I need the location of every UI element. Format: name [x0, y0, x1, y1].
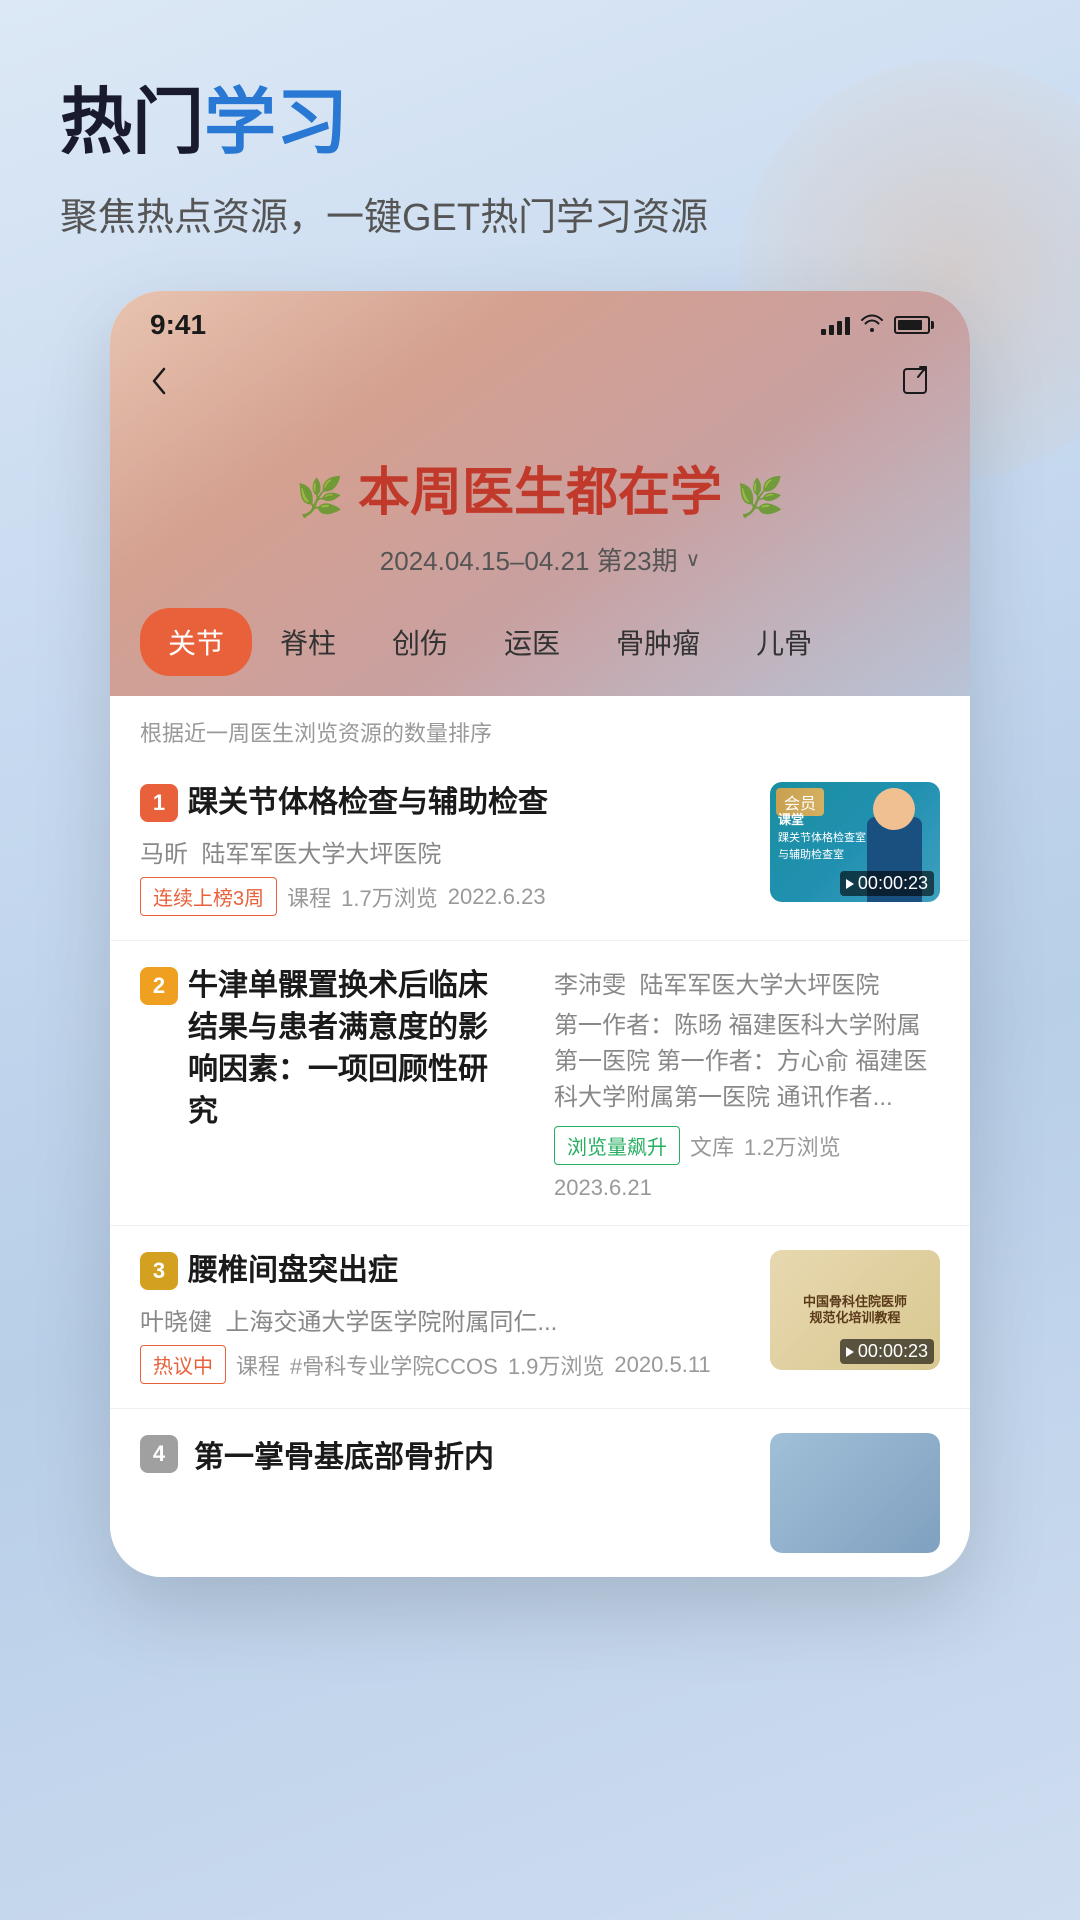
tag-date-3: 2020.5.11 — [614, 1352, 710, 1378]
item-3-thumbnail: 中国骨科住院医师规范化培训教程 00:00:23 — [770, 1250, 940, 1370]
banner-section: 🌿 本周医生都在学 🌿 2024.04.15–04.21 第23期 ∨ — [110, 430, 970, 608]
tag-views-3: 1.9万浏览 — [508, 1349, 605, 1381]
item-2-desc: 第一作者：陈旸 福建医科大学附属第一医院 第一作者：方心俞 福建医科大学附属第一… — [554, 1008, 940, 1116]
rank-badge-3: 3 — [140, 1252, 178, 1290]
tag-views-up: 浏览量飙升 — [554, 1126, 680, 1165]
item-3-title: 腰椎间盘突出症 — [188, 1250, 398, 1292]
page-title: 热门学习 — [60, 80, 1020, 166]
phone-top-bg: 9:41 — [110, 291, 970, 696]
date-selector[interactable]: 2024.04.15–04.21 第23期 ∨ — [140, 541, 940, 578]
back-button[interactable] — [146, 361, 170, 410]
title-part2: 学习 — [204, 83, 348, 163]
chevron-down-icon: ∨ — [686, 547, 701, 572]
item-2-author: 李沛雯 陆军军医大学大坪医院 — [554, 965, 940, 1000]
item-4-thumbnail — [770, 1433, 940, 1553]
book-title-small: 中国骨科住院医师规范化培训教程 — [803, 1294, 907, 1328]
item-2-title: 牛津单髁置换术后临床结果与患者满意度的影响因素：一项回顾性研究 — [188, 965, 490, 1133]
tab-ergu[interactable]: 儿骨 — [728, 608, 840, 676]
play-icon-3 — [846, 1347, 854, 1357]
thumb-duration-3: 00:00:23 — [840, 1339, 934, 1364]
item-2-tags: 浏览量飙升 文库 1.2万浏览 2023.6.21 — [554, 1126, 940, 1201]
list-item[interactable]: 1 踝关节体格检查与辅助检查 马昕 陆军军医大学大坪医院 连续上榜3周 课程 1… — [110, 758, 970, 941]
status-icons — [821, 312, 930, 338]
rank-badge-4: 4 — [140, 1435, 178, 1473]
laurel-left-icon: 🌿 — [296, 477, 343, 519]
thumb-duration-1: 00:00:23 — [840, 871, 934, 896]
banner-title-text: 本周医生都在学 — [358, 464, 722, 522]
tag-views-1: 1.7万浏览 — [341, 881, 438, 913]
wifi-icon — [860, 312, 884, 338]
tab-guzhongliu[interactable]: 骨肿瘤 — [588, 608, 728, 676]
status-bar: 9:41 — [110, 291, 970, 351]
item-3-tags: 热议中 课程 #骨科专业学院CCOS 1.9万浏览 2020.5.11 — [140, 1345, 754, 1384]
item-1-tags: 连续上榜3周 课程 1.7万浏览 2022.6.23 — [140, 877, 754, 916]
tag-views-2: 1.2万浏览 — [744, 1130, 841, 1162]
item-1-title: 踝关节体格检查与辅助检查 — [188, 782, 548, 824]
list-item-3[interactable]: 3 腰椎间盘突出症 叶晓健 上海交通大学医学院附属同仁... 热议中 课程 #骨… — [110, 1226, 970, 1409]
tab-jizhu[interactable]: 脊柱 — [252, 608, 364, 676]
status-time: 9:41 — [150, 309, 206, 341]
item-3-author: 叶晓健 上海交通大学医学院附属同仁... — [140, 1302, 754, 1337]
item-1-thumbnail: 会员 课堂踝关节体格检查室与辅助检查室 00:00:23 — [770, 782, 940, 902]
tag-continuous: 连续上榜3周 — [140, 877, 277, 916]
ranking-note: 根据近一周医生浏览资源的数量排序 — [110, 696, 970, 758]
play-icon — [846, 879, 854, 889]
rank-badge-1: 1 — [140, 784, 178, 822]
list-item-2[interactable]: 2 牛津单髁置换术后临床结果与患者满意度的影响因素：一项回顾性研究 李沛雯 陆军… — [110, 941, 970, 1226]
laurel-right-icon: 🌿 — [736, 477, 783, 519]
date-range-text: 2024.04.15–04.21 第23期 — [380, 541, 678, 578]
battery-icon — [894, 316, 930, 334]
rank-badge-2: 2 — [140, 967, 178, 1005]
tag-type-2: 文库 — [690, 1130, 734, 1162]
item-3-rank-title: 3 腰椎间盘突出症 — [140, 1250, 754, 1292]
tag-type-3: 课程 — [236, 1349, 280, 1381]
tag-ccos: #骨科专业学院CCOS — [290, 1349, 498, 1381]
title-part1: 热门 — [60, 83, 204, 163]
header-section: 热门学习 聚焦热点资源，一键GET热门学习资源 — [60, 80, 1020, 241]
tab-yunyi[interactable]: 运医 — [476, 608, 588, 676]
tag-type-1: 课程 — [287, 881, 331, 913]
list-item-4[interactable]: 4 第一掌骨基底部骨折内 — [110, 1409, 970, 1577]
page-subtitle: 聚焦热点资源，一键GET热门学习资源 — [60, 186, 1020, 241]
signal-icon — [821, 315, 850, 335]
item-3-content: 3 腰椎间盘突出症 叶晓健 上海交通大学医学院附属同仁... 热议中 课程 #骨… — [140, 1250, 754, 1384]
item-2-details: 李沛雯 陆军军医大学大坪医院 第一作者：陈旸 福建医科大学附属第一医院 第一作者… — [554, 965, 940, 1201]
phone-mockup: 9:41 — [110, 291, 970, 1577]
tab-guanjie[interactable]: 关节 — [140, 608, 252, 676]
item-4-title: 第一掌骨基底部骨折内 — [194, 1433, 754, 1553]
tag-date-2: 2023.6.21 — [554, 1175, 652, 1201]
banner-title: 🌿 本周医生都在学 🌿 — [296, 450, 784, 525]
category-tabs: 关节 脊柱 创伤 运医 骨肿瘤 儿骨 — [110, 608, 970, 696]
item-2-rank-title: 2 牛津单髁置换术后临床结果与患者满意度的影响因素：一项回顾性研究 — [140, 965, 490, 1191]
tag-date-1: 2022.6.23 — [448, 884, 546, 910]
item-1-author: 马昕 陆军军医大学大坪医院 — [140, 834, 754, 869]
nav-bar — [110, 351, 970, 430]
content-area: 根据近一周医生浏览资源的数量排序 1 踝关节体格检查与辅助检查 马昕 陆军军医大… — [110, 696, 970, 1577]
share-button[interactable] — [900, 365, 934, 407]
thumb-label-1: 课堂踝关节体格检查室与辅助检查室 — [778, 812, 866, 863]
tag-hotdiscuss: 热议中 — [140, 1345, 226, 1384]
tab-chuangshang[interactable]: 创伤 — [364, 608, 476, 676]
item-1-rank-title: 1 踝关节体格检查与辅助检查 — [140, 782, 754, 824]
item-1-content: 1 踝关节体格检查与辅助检查 马昕 陆军军医大学大坪医院 连续上榜3周 课程 1… — [140, 782, 754, 916]
